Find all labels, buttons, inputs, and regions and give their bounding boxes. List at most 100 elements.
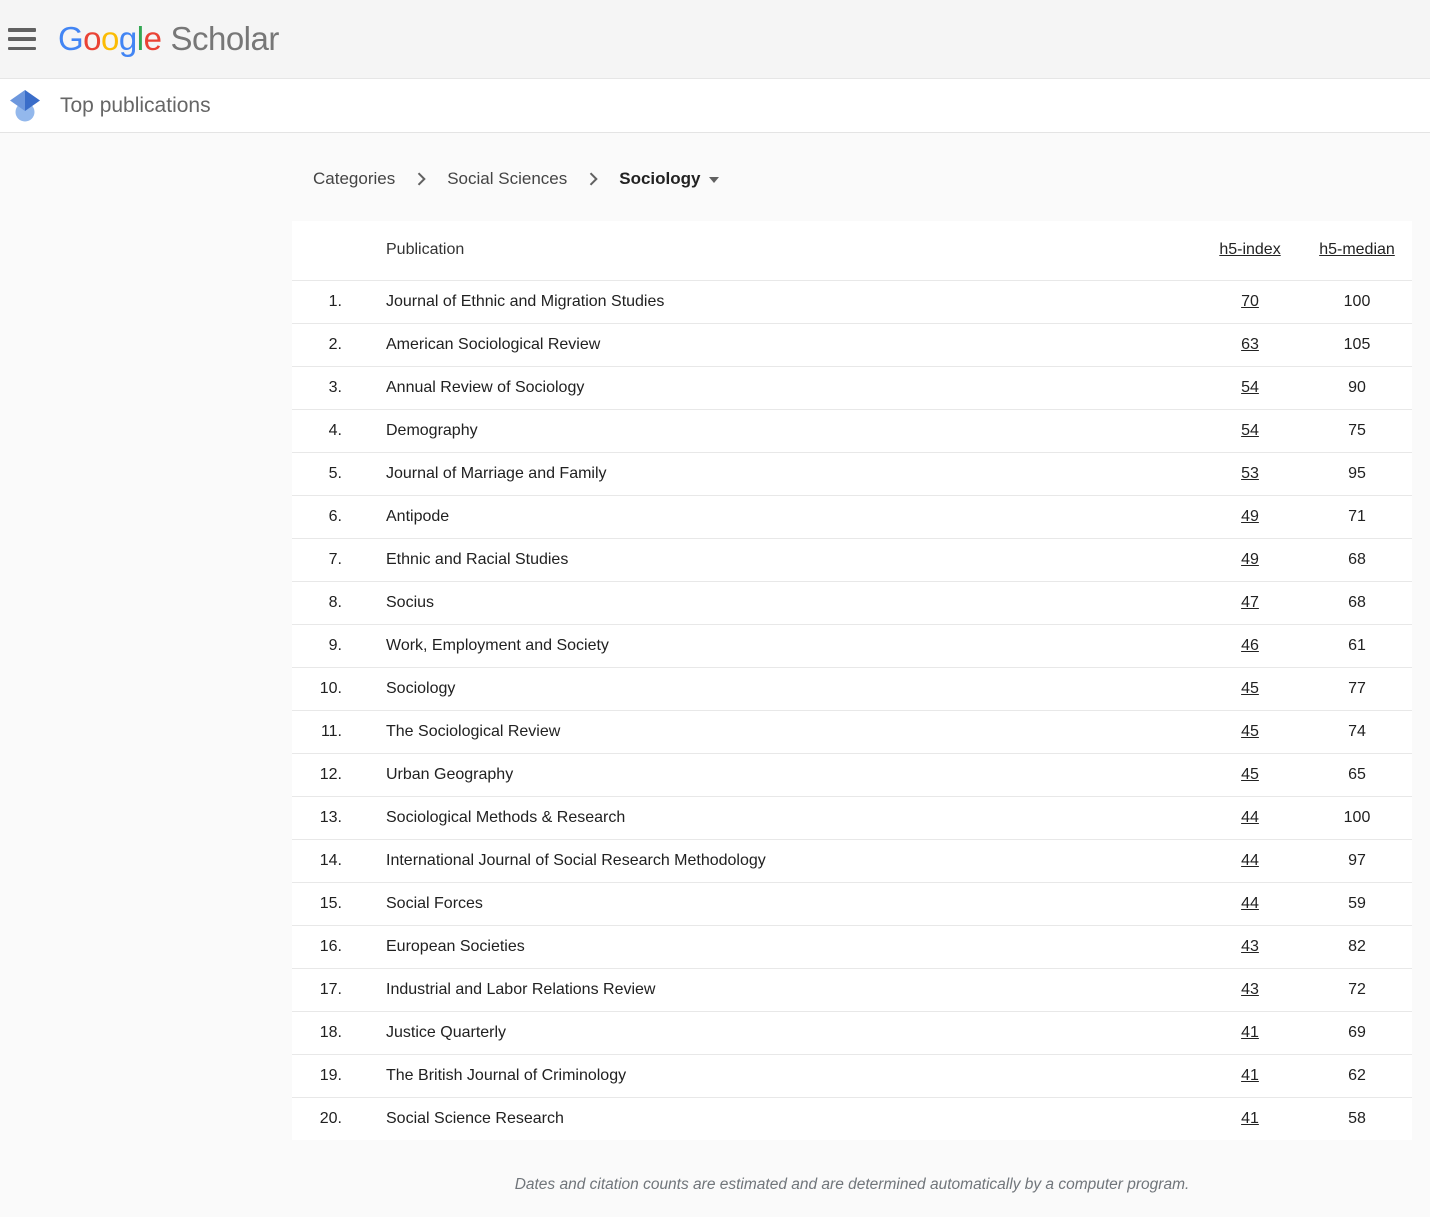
h5-median-column-header-link[interactable]: h5-median <box>1319 241 1395 258</box>
row-publication-title: Ethnic and Racial Studies <box>342 538 1198 581</box>
row-h5-index-link[interactable]: 45 <box>1241 680 1259 697</box>
metrics-table: Publication h5-index h5-median 1. Journa… <box>292 221 1412 1140</box>
breadcrumb-subcategory-dropdown[interactable]: Sociology <box>619 169 719 189</box>
table-row: 5. Journal of Marriage and Family 53 95 <box>292 452 1412 495</box>
row-h5-median: 68 <box>1302 538 1412 581</box>
table-row: 16. European Societies 43 82 <box>292 925 1412 968</box>
row-h5-index-link[interactable]: 45 <box>1241 723 1259 740</box>
table-row: 20. Social Science Research 41 58 <box>292 1097 1412 1140</box>
row-publication-title: Journal of Ethnic and Migration Studies <box>342 280 1198 323</box>
breadcrumb-current-label: Sociology <box>619 169 700 189</box>
google-logo-text: Google <box>58 20 161 58</box>
row-rank: 20. <box>292 1097 342 1140</box>
table-row: 2. American Sociological Review 63 105 <box>292 323 1412 366</box>
row-h5-index-link[interactable]: 63 <box>1241 336 1259 353</box>
table-row: 17. Industrial and Labor Relations Revie… <box>292 968 1412 1011</box>
breadcrumb: Categories Social Sciences Sociology <box>313 167 1430 191</box>
row-rank: 18. <box>292 1011 342 1054</box>
row-h5-median: 95 <box>1302 452 1412 495</box>
row-h5-median: 100 <box>1302 796 1412 839</box>
row-h5-median: 59 <box>1302 882 1412 925</box>
row-publication-title: Work, Employment and Society <box>342 624 1198 667</box>
row-h5-index-link[interactable]: 53 <box>1241 465 1259 482</box>
row-rank: 4. <box>292 409 342 452</box>
google-scholar-logo[interactable]: Google Scholar <box>58 20 279 58</box>
row-h5-index-link[interactable]: 41 <box>1241 1110 1259 1127</box>
row-h5-index-link[interactable]: 41 <box>1241 1024 1259 1041</box>
row-h5-median: 77 <box>1302 667 1412 710</box>
row-h5-index-link[interactable]: 43 <box>1241 938 1259 955</box>
row-h5-index-link[interactable]: 45 <box>1241 766 1259 783</box>
breadcrumb-social-sciences-link[interactable]: Social Sciences <box>447 169 567 189</box>
row-h5-median: 72 <box>1302 968 1412 1011</box>
main-content: Categories Social Sciences Sociology Pub… <box>0 133 1430 1194</box>
row-rank: 1. <box>292 280 342 323</box>
row-publication-title: Justice Quarterly <box>342 1011 1198 1054</box>
row-publication-title: Industrial and Labor Relations Review <box>342 968 1198 1011</box>
table-row: 18. Justice Quarterly 41 69 <box>292 1011 1412 1054</box>
row-h5-median: 74 <box>1302 710 1412 753</box>
table-row: 11. The Sociological Review 45 74 <box>292 710 1412 753</box>
row-h5-index-link[interactable]: 41 <box>1241 1067 1259 1084</box>
table-row: 9. Work, Employment and Society 46 61 <box>292 624 1412 667</box>
row-h5-index-link[interactable]: 47 <box>1241 594 1259 611</box>
row-h5-median: 75 <box>1302 409 1412 452</box>
dropdown-caret-icon <box>709 177 719 183</box>
scholar-cap-icon <box>10 89 40 123</box>
rank-column-header <box>292 221 342 280</box>
row-rank: 19. <box>292 1054 342 1097</box>
row-publication-title: Sociological Methods & Research <box>342 796 1198 839</box>
table-row: 4. Demography 54 75 <box>292 409 1412 452</box>
row-h5-index-link[interactable]: 44 <box>1241 852 1259 869</box>
row-h5-median: 71 <box>1302 495 1412 538</box>
row-rank: 5. <box>292 452 342 495</box>
row-h5-median: 97 <box>1302 839 1412 882</box>
row-h5-index-link[interactable]: 70 <box>1241 293 1259 310</box>
table-row: 19. The British Journal of Criminology 4… <box>292 1054 1412 1097</box>
row-rank: 9. <box>292 624 342 667</box>
row-h5-index-link[interactable]: 46 <box>1241 637 1259 654</box>
table-row: 8. Socius 47 68 <box>292 581 1412 624</box>
row-rank: 14. <box>292 839 342 882</box>
row-rank: 15. <box>292 882 342 925</box>
row-rank: 3. <box>292 366 342 409</box>
page-title: Top publications <box>60 94 211 118</box>
row-h5-median: 62 <box>1302 1054 1412 1097</box>
table-row: 7. Ethnic and Racial Studies 49 68 <box>292 538 1412 581</box>
table-row: 15. Social Forces 44 59 <box>292 882 1412 925</box>
row-h5-median: 82 <box>1302 925 1412 968</box>
row-h5-index-link[interactable]: 44 <box>1241 895 1259 912</box>
table-row: 1. Journal of Ethnic and Migration Studi… <box>292 280 1412 323</box>
row-h5-index-link[interactable]: 43 <box>1241 981 1259 998</box>
row-publication-title: Antipode <box>342 495 1198 538</box>
table-row: 10. Sociology 45 77 <box>292 667 1412 710</box>
table-row: 13. Sociological Methods & Research 44 1… <box>292 796 1412 839</box>
table-row: 14. International Journal of Social Rese… <box>292 839 1412 882</box>
row-h5-index-link[interactable]: 49 <box>1241 508 1259 525</box>
breadcrumb-categories-link[interactable]: Categories <box>313 169 395 189</box>
hamburger-menu-icon[interactable] <box>8 28 36 50</box>
row-publication-title: The British Journal of Criminology <box>342 1054 1198 1097</box>
row-publication-title: International Journal of Social Research… <box>342 839 1198 882</box>
row-h5-median: 58 <box>1302 1097 1412 1140</box>
row-publication-title: Sociology <box>342 667 1198 710</box>
row-publication-title: American Sociological Review <box>342 323 1198 366</box>
row-h5-index-link[interactable]: 54 <box>1241 379 1259 396</box>
h5-index-column-header-link[interactable]: h5-index <box>1219 241 1280 258</box>
top-app-bar: Google Scholar <box>0 0 1430 79</box>
row-h5-median: 105 <box>1302 323 1412 366</box>
row-h5-index-link[interactable]: 54 <box>1241 422 1259 439</box>
row-h5-index-link[interactable]: 44 <box>1241 809 1259 826</box>
row-h5-median: 65 <box>1302 753 1412 796</box>
row-rank: 17. <box>292 968 342 1011</box>
row-publication-title: Socius <box>342 581 1198 624</box>
chevron-right-icon <box>411 169 431 189</box>
row-rank: 2. <box>292 323 342 366</box>
row-h5-index-link[interactable]: 49 <box>1241 551 1259 568</box>
row-publication-title: Demography <box>342 409 1198 452</box>
row-publication-title: Annual Review of Sociology <box>342 366 1198 409</box>
row-publication-title: Journal of Marriage and Family <box>342 452 1198 495</box>
row-h5-median: 61 <box>1302 624 1412 667</box>
table-row: 3. Annual Review of Sociology 54 90 <box>292 366 1412 409</box>
row-h5-median: 68 <box>1302 581 1412 624</box>
